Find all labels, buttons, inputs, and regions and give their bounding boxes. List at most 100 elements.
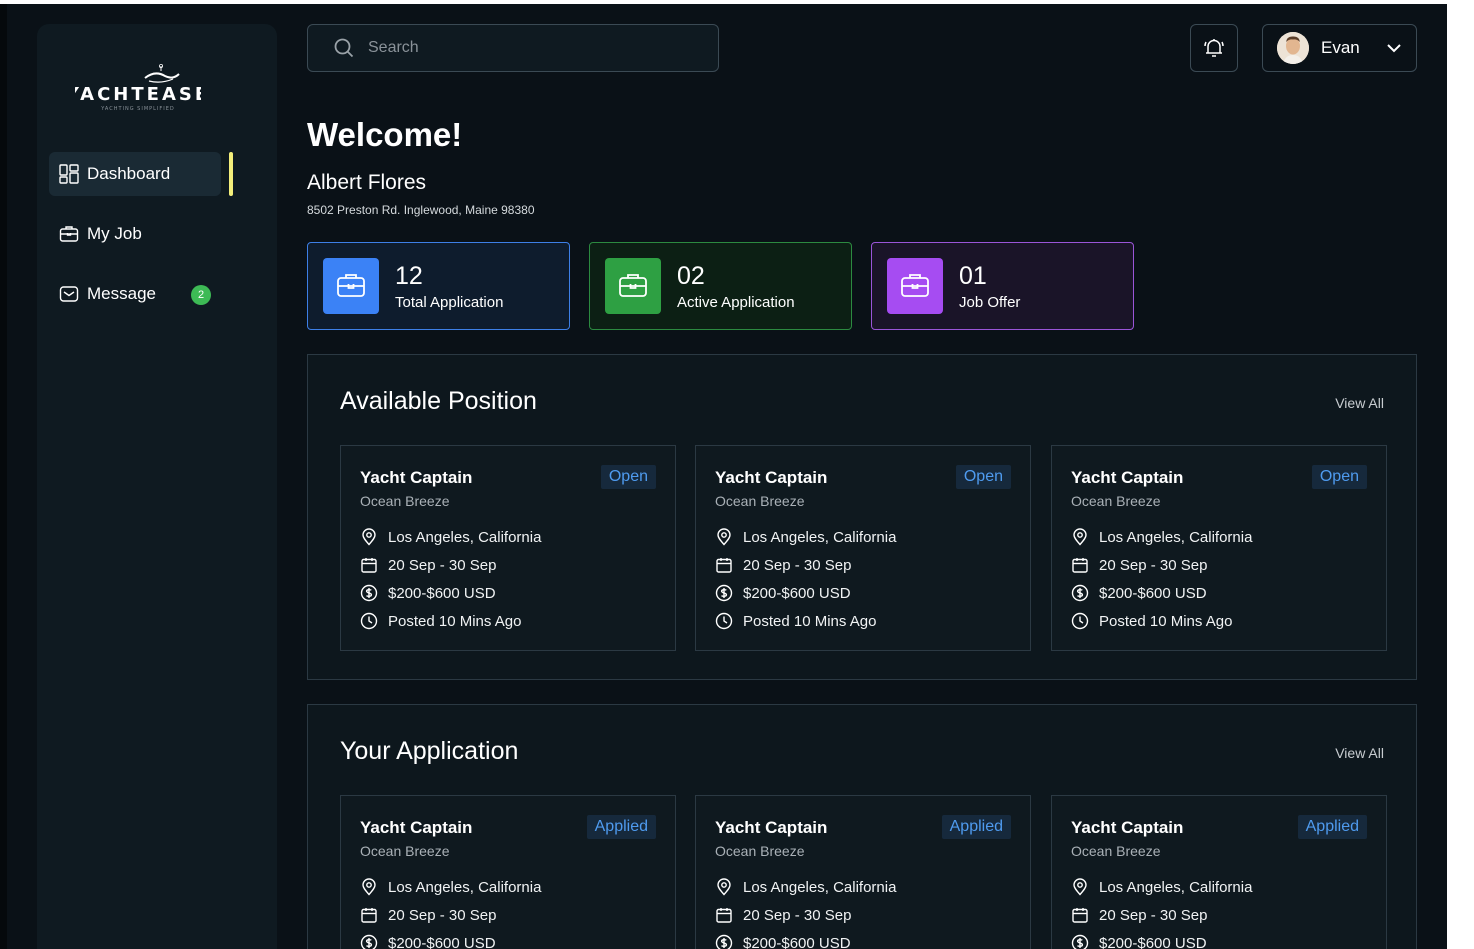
avatar bbox=[1277, 32, 1309, 64]
job-card[interactable]: Yacht Captain Ocean Breeze Open Los Ange… bbox=[340, 445, 676, 651]
calendar-icon bbox=[360, 906, 378, 924]
stat-value: 01 bbox=[959, 262, 987, 290]
job-pay: $200-$600 USD bbox=[743, 584, 851, 602]
dollar-icon bbox=[360, 584, 378, 602]
job-posted: Posted 10 Mins Ago bbox=[743, 612, 877, 630]
job-dates: 20 Sep - 30 Sep bbox=[743, 906, 852, 924]
user-address: 8502 Preston Rd. Inglewood, Maine 98380 bbox=[307, 203, 535, 217]
user-name: Evan bbox=[1321, 38, 1360, 57]
search-input[interactable] bbox=[368, 39, 688, 57]
briefcase-icon bbox=[59, 224, 79, 244]
window-top-border bbox=[0, 0, 1474, 4]
job-card[interactable]: Yacht Captain Ocean Breeze Open Los Ange… bbox=[695, 445, 1031, 651]
stat-label: Active Application bbox=[677, 294, 795, 311]
stat-label: Job Offer bbox=[959, 294, 1021, 311]
job-dates: 20 Sep - 30 Sep bbox=[1099, 556, 1208, 574]
stat-card-job-offer[interactable]: 01 Job Offer bbox=[871, 242, 1134, 330]
sidebar-item-dashboard[interactable]: Dashboard bbox=[49, 152, 221, 196]
calendar-icon bbox=[1071, 556, 1089, 574]
job-location: Los Angeles, California bbox=[1099, 528, 1253, 546]
job-card[interactable]: Yacht Captain Ocean Breeze Open Los Ange… bbox=[1051, 445, 1387, 651]
sidebar-item-label: Dashboard bbox=[87, 164, 171, 183]
company-name: Ocean Breeze bbox=[360, 493, 450, 509]
job-dates: 20 Sep - 30 Sep bbox=[1099, 906, 1208, 924]
your-application-panel: Your Application View All Yacht Captain … bbox=[307, 704, 1417, 949]
job-title: Yacht Captain bbox=[360, 818, 473, 837]
application-card[interactable]: Yacht Captain Ocean Breeze Applied Los A… bbox=[1051, 795, 1387, 949]
dollar-icon bbox=[715, 584, 733, 602]
status-badge: Open bbox=[955, 465, 1011, 489]
logo-tagline: YACHTING SIMPLIFIED bbox=[100, 106, 175, 112]
view-all-link[interactable]: View All bbox=[1335, 395, 1384, 411]
job-dates: 20 Sep - 30 Sep bbox=[388, 556, 497, 574]
envelope-icon bbox=[59, 284, 79, 304]
company-name: Ocean Breeze bbox=[1071, 493, 1161, 509]
user-menu[interactable]: Evan bbox=[1262, 24, 1417, 72]
calendar-icon bbox=[360, 556, 378, 574]
stat-card-active-application[interactable]: 02 Active Application bbox=[589, 242, 852, 330]
dollar-icon bbox=[360, 934, 378, 949]
logo-wordmark: YACHTEASE bbox=[75, 84, 201, 105]
job-dates: 20 Sep - 30 Sep bbox=[388, 906, 497, 924]
application-card[interactable]: Yacht Captain Ocean Breeze Applied Los A… bbox=[340, 795, 676, 949]
search-bar[interactable] bbox=[307, 24, 719, 72]
stat-label: Total Application bbox=[395, 294, 504, 311]
job-title: Yacht Captain bbox=[360, 468, 473, 487]
window-right-edge bbox=[1447, 4, 1474, 949]
dollar-icon bbox=[1071, 584, 1089, 602]
stat-card-total-application[interactable]: 12 Total Application bbox=[307, 242, 570, 330]
bell-icon bbox=[1202, 36, 1226, 60]
briefcase-icon bbox=[605, 258, 661, 314]
chevron-down-icon bbox=[1386, 40, 1402, 56]
dollar-icon bbox=[715, 934, 733, 949]
active-indicator bbox=[229, 152, 233, 196]
job-pay: $200-$600 USD bbox=[388, 584, 496, 602]
briefcase-icon bbox=[323, 258, 379, 314]
logo[interactable]: YACHTEASE YACHTING SIMPLIFIED bbox=[75, 64, 201, 112]
job-pay: $200-$600 USD bbox=[1099, 934, 1207, 949]
logo-mark: YACHTEASE YACHTING SIMPLIFIED bbox=[75, 64, 201, 112]
status-badge: Open bbox=[1311, 465, 1367, 489]
job-dates: 20 Sep - 30 Sep bbox=[743, 556, 852, 574]
status-badge: Open bbox=[600, 465, 656, 489]
calendar-icon bbox=[715, 556, 733, 574]
user-full-name: Albert Flores bbox=[307, 171, 427, 194]
location-pin-icon bbox=[1071, 528, 1089, 546]
stat-value: 12 bbox=[395, 262, 423, 290]
dashboard-icon bbox=[59, 164, 79, 184]
location-pin-icon bbox=[715, 528, 733, 546]
window-left-edge bbox=[0, 4, 7, 949]
company-name: Ocean Breeze bbox=[715, 843, 805, 859]
job-pay: $200-$600 USD bbox=[743, 934, 851, 949]
application-card[interactable]: Yacht Captain Ocean Breeze Applied Los A… bbox=[695, 795, 1031, 949]
notifications-button[interactable] bbox=[1190, 24, 1238, 72]
job-location: Los Angeles, California bbox=[743, 878, 897, 896]
job-posted: Posted 10 Mins Ago bbox=[1099, 612, 1233, 630]
job-posted: Posted 10 Mins Ago bbox=[388, 612, 522, 630]
clock-icon bbox=[1071, 612, 1089, 630]
location-pin-icon bbox=[360, 528, 378, 546]
job-pay: $200-$600 USD bbox=[1099, 584, 1207, 602]
message-count-badge: 2 bbox=[191, 285, 211, 305]
location-pin-icon bbox=[1071, 878, 1089, 896]
sidebar-item-my-job[interactable]: My Job bbox=[49, 212, 221, 256]
section-title: Your Application bbox=[340, 737, 519, 765]
stat-value: 02 bbox=[677, 262, 705, 290]
location-pin-icon bbox=[360, 878, 378, 896]
sidebar-item-label: My Job bbox=[87, 224, 142, 243]
company-name: Ocean Breeze bbox=[1071, 843, 1161, 859]
job-title: Yacht Captain bbox=[1071, 468, 1184, 487]
company-name: Ocean Breeze bbox=[715, 493, 805, 509]
available-position-panel: Available Position View All Yacht Captai… bbox=[307, 354, 1417, 680]
status-badge: Applied bbox=[941, 815, 1011, 839]
company-name: Ocean Breeze bbox=[360, 843, 450, 859]
status-badge: Applied bbox=[586, 815, 656, 839]
job-location: Los Angeles, California bbox=[743, 528, 897, 546]
job-pay: $200-$600 USD bbox=[388, 934, 496, 949]
job-location: Los Angeles, California bbox=[1099, 878, 1253, 896]
job-title: Yacht Captain bbox=[715, 818, 828, 837]
view-all-link[interactable]: View All bbox=[1335, 745, 1384, 761]
dollar-icon bbox=[1071, 934, 1089, 949]
job-location: Los Angeles, California bbox=[388, 878, 542, 896]
calendar-icon bbox=[715, 906, 733, 924]
